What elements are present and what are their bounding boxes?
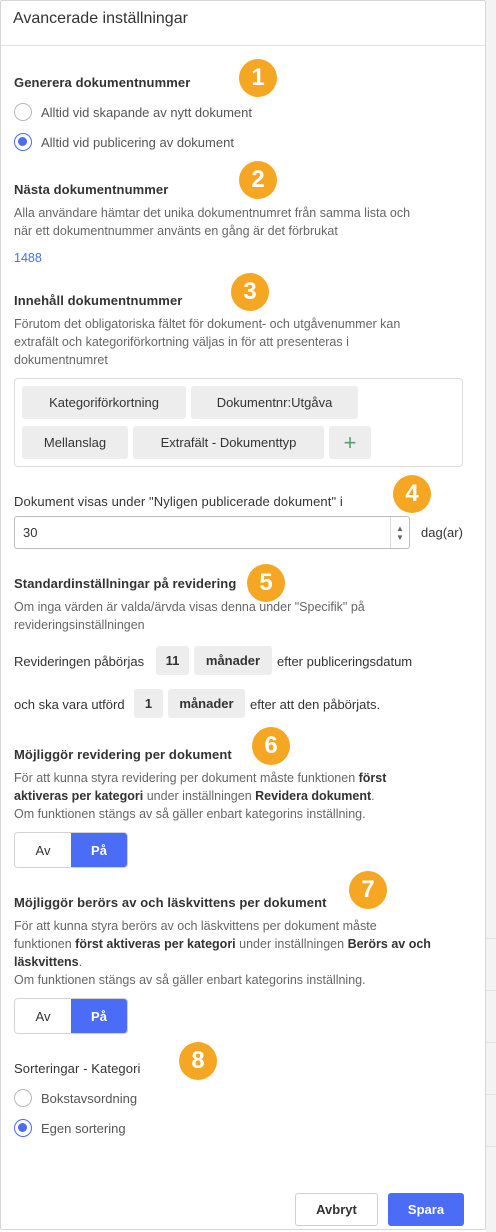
desc-line: när ett dokumentnummer använts en gång ä… (14, 224, 338, 238)
step-badge-6: 6 (252, 727, 290, 765)
desc-line: revideringsinställningen (14, 618, 145, 632)
recent-title: Dokument visas under "Nyligen publicerad… (14, 494, 343, 509)
desc-text: under inställningen (143, 789, 256, 803)
desc-line: För att kunna styra revidering per dokum… (14, 769, 474, 787)
step-badge-1: 1 (239, 59, 277, 97)
step-badge-8: 8 (179, 1042, 217, 1080)
sorting-title: Sorteringar - Kategori (14, 1061, 141, 1076)
revision-start-prefix: Revideringen påbörjas (14, 654, 145, 669)
content-title: Innehåll dokumentnummer (14, 293, 183, 308)
desc-line: Om funktionen stängs av så gäller enbart… (14, 807, 366, 821)
desc-line: aktiveras per kategori under inställning… (14, 787, 474, 805)
desc-bold: Revidera dokument (255, 789, 372, 803)
generate-title: Generera dokumentnummer (14, 75, 191, 90)
radio-label: Alltid vid skapande av nytt dokument (41, 104, 253, 120)
radio-label: Bokstavsordning (41, 1090, 138, 1106)
next-number-value[interactable]: 1488 (14, 251, 42, 265)
desc-text: . (371, 789, 375, 803)
radio-option-alphabetical[interactable]: Bokstavsordning (14, 1089, 137, 1107)
radio-unchecked-icon[interactable] (14, 1089, 32, 1107)
desc-line: För att kunna styra berörs av och läskvi… (14, 919, 377, 933)
toggle-off-option[interactable]: Av (15, 999, 71, 1033)
tag-category-abbreviation[interactable]: Kategoriförkortning (22, 386, 186, 419)
dialog-header: Avancerade inställningar (1, 1, 485, 46)
next-number-title: Nästa dokumentnummer (14, 182, 169, 197)
radio-checked-icon[interactable] (14, 133, 32, 151)
desc-line: Förutom det obligatoriska fältet för dok… (14, 317, 401, 331)
desc-bold: först aktiveras per kategori (75, 937, 236, 951)
step-badge-2: 2 (239, 161, 277, 199)
divider (486, 1146, 496, 1147)
recent-days-input[interactable]: 30 ▲ ▼ (14, 516, 410, 549)
stepper-down-icon[interactable]: ▼ (396, 533, 404, 542)
read-receipt-description: För att kunna styra berörs av och läskvi… (14, 917, 474, 989)
divider (486, 938, 496, 939)
step-badge-5: 5 (247, 564, 285, 602)
desc-line: Om funktionen stängs av så gäller enbart… (14, 973, 366, 987)
step-badge-7: 7 (349, 871, 387, 909)
revision-per-doc-toggle[interactable]: Av På (14, 832, 128, 868)
step-badge-3: 3 (231, 273, 269, 311)
revision-start-number[interactable]: 11 (156, 646, 189, 675)
divider (486, 990, 496, 991)
revision-per-doc-description: För att kunna styra revidering per dokum… (14, 769, 474, 823)
radio-label: Egen sortering (41, 1120, 126, 1136)
content-description: Förutom det obligatoriska fältet för dok… (14, 315, 474, 369)
revision-per-doc-title: Möjliggör revidering per dokument (14, 747, 232, 762)
recent-days-value: 30 (23, 525, 38, 540)
desc-line: dokumentnumret (14, 353, 108, 367)
desc-line: extrafält och kategoriförkortning väljas… (14, 335, 349, 349)
revision-done-unit[interactable]: månader (168, 689, 245, 718)
number-stepper[interactable]: ▲ ▼ (390, 517, 409, 548)
desc-text: funktionen (14, 937, 76, 951)
revision-start-unit[interactable]: månader (194, 646, 272, 675)
toggle-on-option[interactable]: På (71, 833, 127, 867)
desc-text: . (78, 955, 83, 969)
desc-line: Om inga värden är valda/ärvda visas denn… (14, 600, 365, 614)
read-receipt-toggle[interactable]: Av På (14, 998, 128, 1034)
desc-line: läskvittens. (14, 953, 474, 971)
divider (486, 1094, 496, 1095)
toggle-off-option[interactable]: Av (15, 833, 71, 867)
revision-done-number[interactable]: 1 (134, 689, 163, 718)
revision-done-suffix: efter att den påbörjats. (250, 697, 381, 712)
divider (486, 1042, 496, 1043)
tag-space[interactable]: Mellanslag (22, 426, 128, 459)
toggle-on-option[interactable]: På (71, 999, 127, 1033)
desc-bold: läskvittens (14, 955, 79, 969)
radio-checked-icon[interactable] (14, 1119, 32, 1137)
revision-defaults-description: Om inga värden är valda/ärvda visas denn… (14, 598, 474, 634)
dialog-title: Avancerade inställningar (13, 10, 188, 27)
tag-extrafield-doctype[interactable]: Extrafält - Dokumenttyp (133, 426, 324, 459)
radio-label: Alltid vid publicering av dokument (41, 134, 234, 150)
radio-unchecked-icon[interactable] (14, 103, 32, 121)
stepper-up-icon[interactable]: ▲ (396, 524, 404, 533)
desc-bold: Berörs av och (347, 937, 431, 951)
background-page-strip (486, 0, 496, 1232)
desc-text: För att kunna styra revidering per dokum… (14, 771, 359, 785)
cancel-button[interactable]: Avbryt (295, 1193, 378, 1226)
number-content-tags: Kategoriförkortning Dokumentnr:Utgåva Me… (14, 378, 463, 467)
radio-option-create[interactable]: Alltid vid skapande av nytt dokument (14, 103, 252, 121)
desc-line: funktionen först aktiveras per kategori … (14, 935, 474, 953)
add-tag-plus-icon[interactable]: + (329, 426, 371, 459)
radio-option-custom[interactable]: Egen sortering (14, 1119, 126, 1137)
tag-docnumber-edition[interactable]: Dokumentnr:Utgåva (191, 386, 358, 419)
desc-line: Alla användare hämtar det unika dokument… (14, 206, 411, 220)
save-button[interactable]: Spara (388, 1193, 464, 1226)
revision-done-prefix: och ska vara utförd (14, 697, 125, 712)
next-number-description: Alla användare hämtar det unika dokument… (14, 204, 474, 240)
desc-bold: aktiveras per kategori (14, 789, 144, 803)
revision-start-suffix: efter publiceringsdatum (277, 654, 413, 669)
advanced-settings-dialog: Avancerade inställningar 1 Generera doku… (0, 0, 486, 1230)
revision-defaults-title: Standardinställningar på revidering (14, 576, 237, 591)
desc-text: under inställningen (235, 937, 348, 951)
read-receipt-title: Möjliggör berörs av och läskvittens per … (14, 895, 327, 910)
radio-option-publish[interactable]: Alltid vid publicering av dokument (14, 133, 234, 151)
desc-bold: först (358, 771, 387, 785)
step-badge-4: 4 (393, 475, 431, 513)
recent-unit: dag(ar) (421, 525, 463, 540)
